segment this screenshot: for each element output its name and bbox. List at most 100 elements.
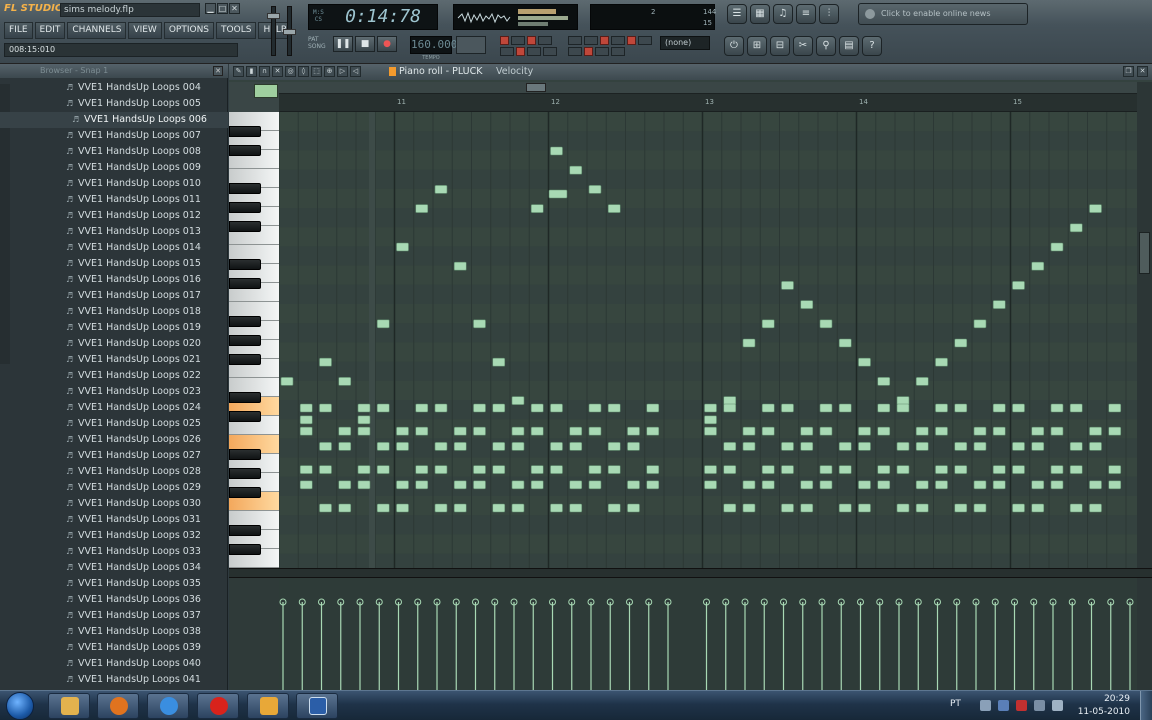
note[interactable]	[742, 426, 756, 436]
browser-item[interactable]: ♬ VVE1 HandsUp Loops 037	[0, 608, 228, 624]
note[interactable]	[1069, 223, 1083, 233]
red-toggle-5[interactable]	[627, 36, 636, 45]
note[interactable]	[607, 503, 621, 513]
note[interactable]	[935, 480, 948, 490]
browser-item[interactable]: ♬ VVE1 HandsUp Loops 007	[0, 128, 228, 144]
note[interactable]	[704, 480, 717, 490]
note[interactable]	[357, 426, 371, 436]
note[interactable]	[1050, 426, 1064, 436]
note[interactable]	[761, 426, 775, 436]
taskbar-opera[interactable]	[197, 693, 239, 719]
black-key[interactable]	[229, 391, 261, 403]
browser-item[interactable]: ♬ VVE1 HandsUp Loops 031	[0, 512, 228, 528]
black-key[interactable]	[229, 201, 261, 213]
note[interactable]	[588, 185, 602, 194]
menu-view[interactable]: VIEW	[128, 22, 162, 39]
note[interactable]	[800, 426, 814, 436]
note[interactable]	[511, 426, 525, 436]
note[interactable]	[954, 465, 968, 474]
note[interactable]	[1012, 281, 1025, 290]
channel-color-swatch[interactable]	[254, 84, 278, 98]
note[interactable]	[1031, 261, 1045, 271]
close-icon[interactable]: ✕	[229, 3, 240, 14]
note[interactable]	[396, 503, 409, 513]
note[interactable]	[723, 396, 737, 405]
note[interactable]	[973, 426, 987, 436]
show-desktop-button[interactable]	[1140, 691, 1152, 720]
tool-btn-7[interactable]	[584, 36, 598, 45]
pattern-none-select[interactable]: (none)	[660, 36, 710, 50]
note[interactable]	[781, 442, 794, 451]
menu-channels[interactable]: CHANNELS	[67, 22, 127, 39]
note[interactable]	[819, 480, 833, 490]
note[interactable]	[453, 442, 467, 451]
tray-arrow-icon[interactable]	[980, 700, 991, 711]
note[interactable]	[396, 242, 409, 252]
velocity-scrollbar[interactable]	[1137, 578, 1152, 690]
note[interactable]	[530, 465, 544, 474]
paint-tool-icon[interactable]: ▮	[246, 66, 257, 77]
note[interactable]	[954, 442, 968, 451]
playlist-window-icon[interactable]: ☰	[727, 4, 747, 24]
note[interactable]	[569, 442, 583, 451]
tool-btn-2[interactable]	[538, 36, 552, 45]
note[interactable]	[569, 426, 583, 436]
note[interactable]	[338, 377, 352, 386]
note[interactable]	[473, 480, 486, 490]
note[interactable]	[1031, 480, 1045, 490]
note[interactable]	[396, 480, 409, 490]
note[interactable]	[607, 465, 621, 474]
note[interactable]	[319, 442, 332, 451]
note[interactable]	[858, 426, 871, 436]
browser-item[interactable]: ♬ VVE1 HandsUp Loops 013	[0, 224, 228, 240]
black-key[interactable]	[229, 410, 261, 422]
note[interactable]	[742, 480, 756, 490]
note[interactable]	[742, 442, 756, 451]
note[interactable]	[992, 426, 1006, 436]
red-toggle-4[interactable]	[600, 36, 609, 45]
red-toggle-6[interactable]	[584, 47, 593, 56]
note[interactable]	[511, 396, 525, 405]
note[interactable]	[627, 426, 640, 436]
note[interactable]	[704, 465, 717, 474]
note[interactable]	[838, 403, 852, 413]
song-position-display[interactable]: M:S CS 0:14:78	[308, 4, 438, 30]
black-key[interactable]	[229, 258, 261, 270]
pr-close-icon[interactable]: ✕	[1137, 66, 1148, 77]
note[interactable]	[704, 415, 717, 425]
taskbar-explorer[interactable]	[48, 693, 90, 719]
note[interactable]	[415, 465, 429, 474]
tools-icon[interactable]: ✂	[793, 36, 813, 56]
note[interactable]	[819, 465, 833, 474]
note[interactable]	[492, 503, 506, 513]
note[interactable]	[781, 503, 794, 513]
browser-item[interactable]: ♬ VVE1 HandsUp Loops 022	[0, 368, 228, 384]
note[interactable]	[800, 503, 814, 513]
stop-button[interactable]: ■	[355, 36, 375, 52]
note[interactable]	[896, 465, 910, 474]
note[interactable]	[723, 503, 737, 513]
note[interactable]	[530, 204, 544, 213]
note[interactable]	[434, 465, 448, 474]
note[interactable]	[569, 503, 583, 513]
browser-item[interactable]: ♬ VVE1 HandsUp Loops 017	[0, 288, 228, 304]
note[interactable]	[858, 442, 871, 451]
play-button[interactable]: ❚❚	[333, 36, 353, 52]
tool-btn-3[interactable]	[500, 47, 514, 56]
note[interactable]	[877, 465, 891, 474]
note[interactable]	[280, 377, 294, 386]
tool-btn-5[interactable]	[543, 47, 557, 56]
note[interactable]	[646, 403, 660, 413]
note[interactable]	[877, 403, 891, 413]
tray-monitor-icon[interactable]	[1034, 700, 1045, 711]
note[interactable]	[607, 442, 621, 451]
note[interactable]	[1108, 480, 1122, 490]
master-pitch-slider[interactable]	[283, 6, 296, 56]
note[interactable]	[819, 319, 833, 329]
taskbar-fl-studio[interactable]	[247, 693, 289, 719]
note-grid[interactable]	[279, 112, 1137, 568]
taskbar-media-player[interactable]	[97, 693, 139, 719]
note[interactable]	[973, 319, 987, 329]
horizontal-scrollbar[interactable]	[279, 82, 1152, 94]
browser-item[interactable]: ♬ VVE1 HandsUp Loops 029	[0, 480, 228, 496]
